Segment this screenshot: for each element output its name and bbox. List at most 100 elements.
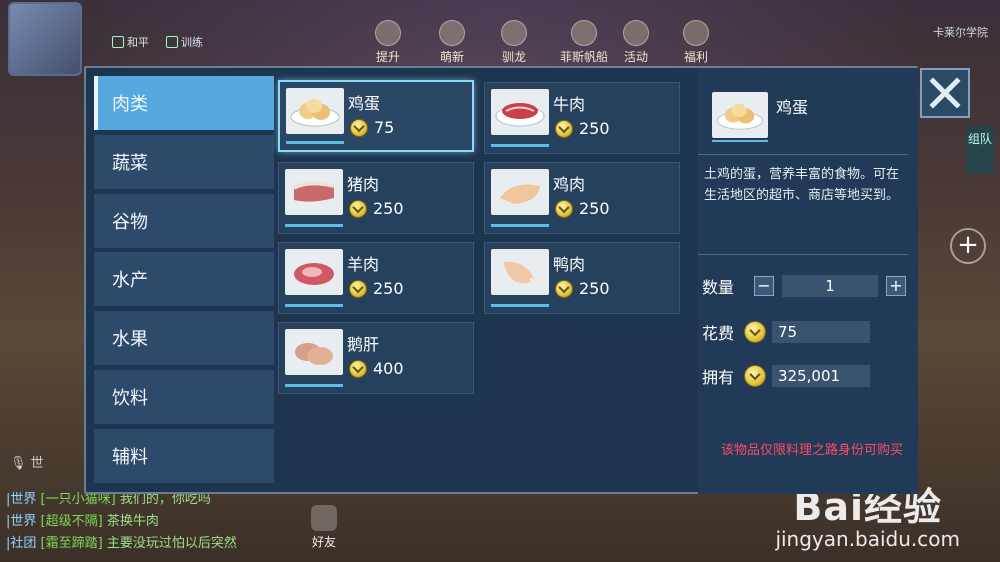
item-card-egg[interactable]: 鸡蛋 75 — [278, 80, 474, 152]
coin-icon — [744, 321, 766, 343]
item-card-duck[interactable]: 鸭肉 250 — [484, 242, 680, 314]
detail-item-name: 鸡蛋 — [776, 98, 809, 117]
thumb-bar — [286, 141, 344, 144]
cost-value: 75 — [772, 321, 870, 343]
coin-icon — [555, 279, 573, 298]
thumb-bar — [491, 224, 549, 227]
item-card-mutton[interactable]: 羊肉 250 — [278, 242, 474, 314]
category-list: 肉类 蔬菜 谷物 水产 水果 饮料 辅料 — [94, 76, 274, 488]
shop-panel: 肉类 蔬菜 谷物 水产 水果 饮料 辅料 鸡蛋 75 牛肉 250 猪肉 250… — [84, 66, 918, 494]
category-tab-vegetable[interactable]: 蔬菜 — [94, 134, 274, 189]
boat-icon — [571, 20, 597, 46]
purchase-restriction-warning: 该物品仅限料理之路身份可购买 — [720, 443, 903, 458]
quantity-input[interactable]: 1 — [782, 275, 878, 297]
peace-mode-chip[interactable]: 和平 — [112, 34, 149, 50]
item-name: 鸭肉 — [553, 255, 586, 274]
owned-row: 拥有 325,001 — [702, 364, 870, 388]
thumb-bar — [491, 144, 549, 147]
coin-icon — [555, 199, 573, 218]
egg-icon — [712, 92, 768, 138]
cost-row: 花费 75 — [702, 320, 870, 344]
chat-line: |社团 [霜至蹄踏] 主要没玩过怕以后突然 — [6, 536, 237, 551]
chat-line: |世界 [超级不隔] 茶换牛肉 — [6, 514, 159, 529]
top-icon-dragon[interactable]: 驯龙 — [494, 20, 534, 65]
top-icon-event[interactable]: 活动 — [616, 20, 656, 65]
quantity-increase-button[interactable]: + — [886, 276, 906, 296]
cost-label: 花费 — [702, 324, 735, 343]
quantity-row: 数量 − 1 + — [702, 274, 906, 298]
thumb-bar — [712, 140, 768, 142]
chicken-icon — [491, 169, 549, 215]
thumb-bar — [285, 304, 343, 307]
coin-icon — [349, 279, 367, 298]
close-icon — [929, 77, 961, 109]
top-icon-boat[interactable]: 菲斯帆船 — [556, 20, 612, 65]
mic-icon: 🎙 — [10, 456, 27, 471]
item-card-goose-liver[interactable]: 鹅肝 400 — [278, 322, 474, 394]
category-tab-fruit[interactable]: 水果 — [94, 311, 274, 366]
chat-channel-selector[interactable]: 🎙 世 — [10, 452, 44, 471]
item-card-pork[interactable]: 猪肉 250 — [278, 162, 474, 234]
divider — [698, 154, 908, 155]
thumb-bar — [491, 304, 549, 307]
item-name: 鸡蛋 — [348, 94, 381, 113]
top-icon-newbie[interactable]: 萌新 — [432, 20, 472, 65]
category-tab-grain[interactable]: 谷物 — [94, 193, 274, 248]
item-price: 250 — [349, 199, 404, 218]
upgrade-icon — [375, 20, 401, 46]
item-name: 猪肉 — [347, 175, 380, 194]
quantity-label: 数量 — [702, 278, 735, 297]
detail-description: 土鸡的蛋，营养丰富的食物。可在生活地区的超市、商店等地买到。 — [704, 167, 900, 203]
mutton-icon — [285, 249, 343, 295]
coin-icon — [744, 365, 766, 387]
category-tab-seafood[interactable]: 水产 — [94, 252, 274, 307]
category-tab-drink[interactable]: 饮料 — [94, 369, 274, 424]
item-detail-panel: 鸡蛋 土鸡的蛋，营养丰富的食物。可在生活地区的超市、商店等地买到。 数量 − 1… — [698, 68, 918, 494]
player-avatar[interactable] — [8, 2, 82, 76]
item-card-chicken[interactable]: 鸡肉 250 — [484, 162, 680, 234]
event-icon — [623, 20, 649, 46]
category-tab-seasoning[interactable]: 辅料 — [94, 428, 274, 483]
friends-button[interactable]: 好友 — [304, 505, 344, 550]
coin-icon — [349, 359, 367, 378]
divider — [698, 254, 908, 255]
quantity-decrease-button[interactable]: − — [754, 276, 774, 296]
egg-icon — [286, 88, 344, 134]
item-name: 羊肉 — [347, 255, 380, 274]
item-card-beef[interactable]: 牛肉 250 — [484, 82, 680, 154]
add-button[interactable]: + — [950, 228, 986, 264]
pork-icon — [285, 169, 343, 215]
item-price: 75 — [350, 118, 394, 137]
welfare-icon — [683, 20, 709, 46]
peace-icon — [112, 36, 124, 48]
coin-icon — [555, 119, 573, 138]
location-label: 卡莱尔学院 — [933, 26, 988, 39]
item-name: 鹅肝 — [347, 335, 380, 354]
training-mode-chip[interactable]: 训练 — [166, 34, 203, 50]
item-price: 250 — [555, 119, 610, 138]
team-button[interactable]: 组队 — [966, 126, 994, 174]
training-icon — [166, 36, 178, 48]
category-tab-meat[interactable]: 肉类 — [94, 76, 274, 130]
newbie-icon — [439, 20, 465, 46]
beef-icon — [491, 89, 549, 135]
item-price: 250 — [555, 199, 610, 218]
item-price: 400 — [349, 359, 404, 378]
close-button[interactable] — [920, 68, 970, 118]
owned-value: 325,001 — [772, 365, 870, 387]
top-icon-upgrade[interactable]: 提升 — [368, 20, 408, 65]
goose-liver-icon — [285, 329, 343, 375]
coin-icon — [350, 118, 368, 137]
coin-icon — [349, 199, 367, 218]
top-icon-welfare[interactable]: 福利 — [676, 20, 716, 65]
item-price: 250 — [349, 279, 404, 298]
thumb-bar — [285, 224, 343, 227]
item-name: 鸡肉 — [553, 175, 586, 194]
friends-icon — [311, 505, 337, 531]
dragon-icon — [501, 20, 527, 46]
duck-icon — [491, 249, 549, 295]
item-price: 250 — [555, 279, 610, 298]
owned-label: 拥有 — [702, 368, 735, 387]
item-name: 牛肉 — [553, 95, 586, 114]
thumb-bar — [285, 384, 343, 387]
